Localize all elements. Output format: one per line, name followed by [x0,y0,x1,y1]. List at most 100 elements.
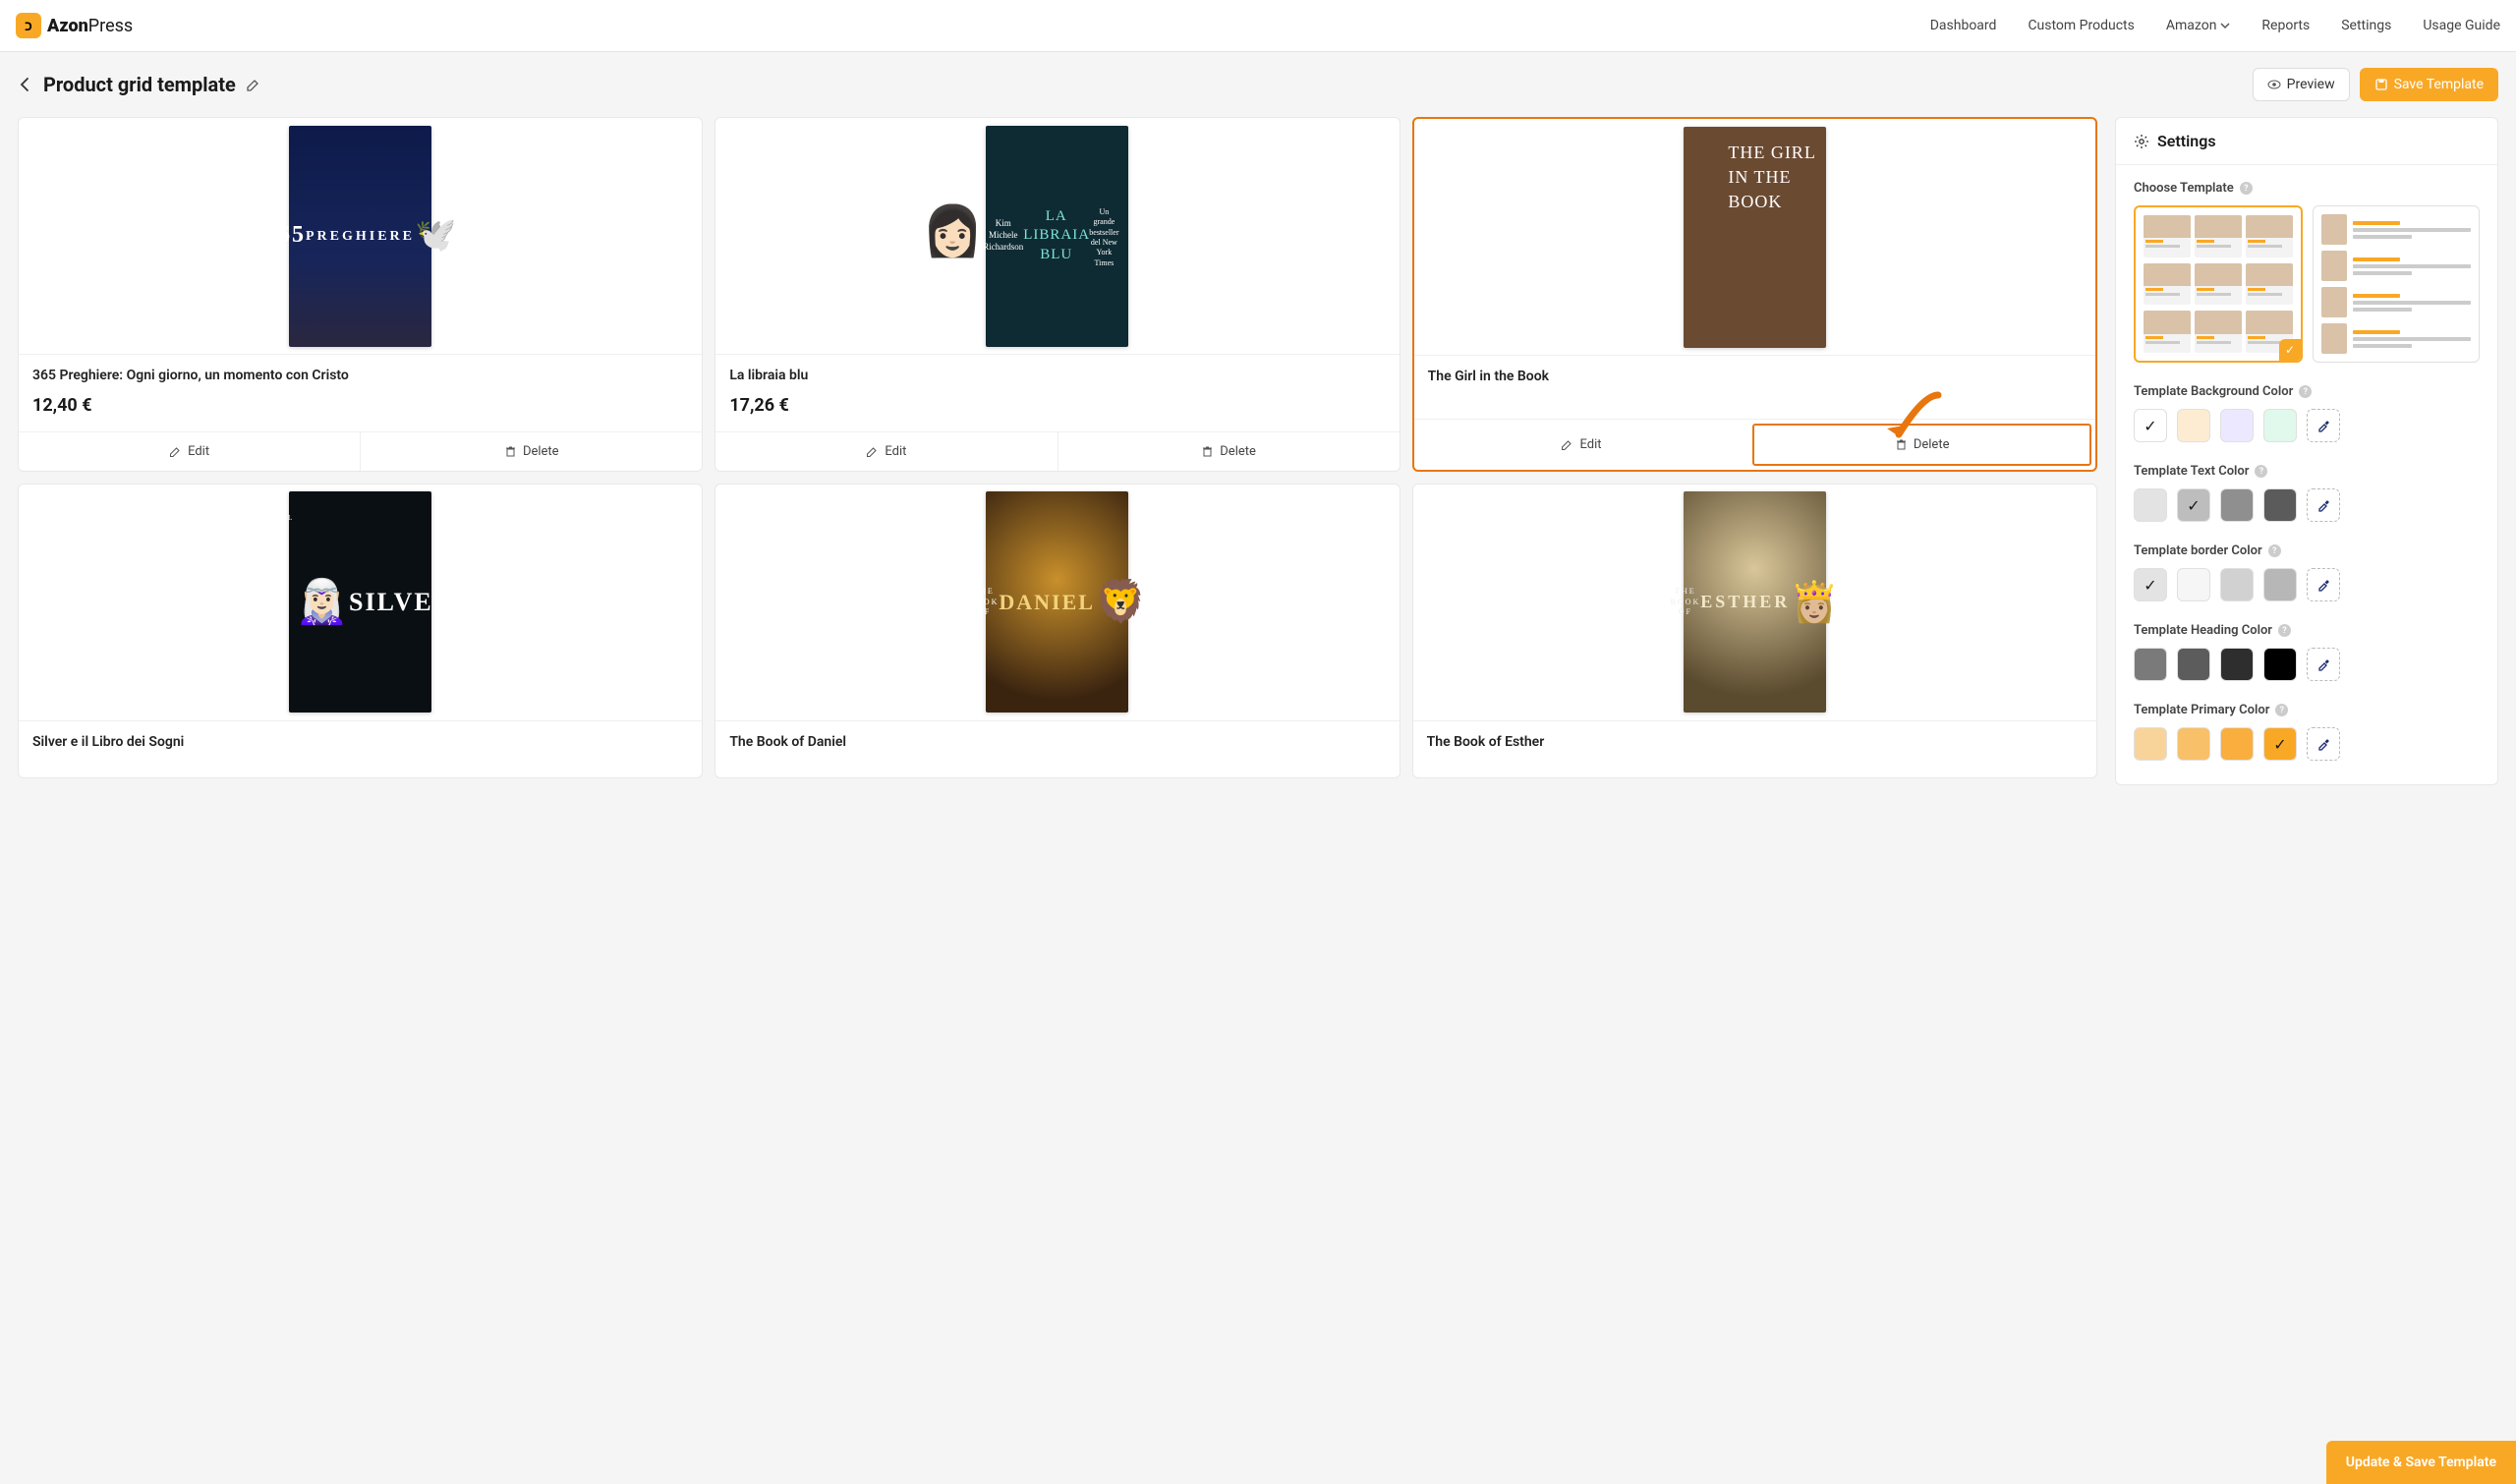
color-swatch[interactable] [2134,727,2167,761]
color-swatch[interactable] [2263,648,2297,681]
product-grid: 365PREGHIERE🕊️ 365 Preghiere: Ogni giorn… [18,117,2097,778]
color-swatch[interactable]: ✓ [2134,568,2167,601]
brand-name-suffix: Press [88,16,133,36]
product-card-selected[interactable]: THE GIRLIN THEBOOK The Girl in the Book … [1412,117,2097,472]
pencil-icon [1561,438,1573,451]
template-option-list[interactable] [2313,205,2480,363]
primary-color-block: Template Primary Color? ✓ [2134,703,2480,761]
heading-color-swatches [2134,648,2480,681]
template-option-grid[interactable] [2134,205,2303,363]
product-title: The Girl in the Book [1428,368,2082,386]
help-icon[interactable]: ? [2255,465,2267,478]
color-swatch[interactable] [2263,568,2297,601]
color-swatch[interactable] [2177,727,2210,761]
nav-custom-products[interactable]: Custom Products [2028,18,2134,33]
color-swatch[interactable] [2177,568,2210,601]
product-thumbnail: THE BOOK OFESTHER👸🏼 [1413,485,2096,720]
product-card[interactable]: 365PREGHIERE🕊️ 365 Preghiere: Ogni giorn… [18,117,703,472]
settings-panel: Settings Choose Template? [2115,117,2498,785]
help-icon[interactable]: ? [2278,624,2291,637]
product-title: Silver e il Libro dei Sogni [32,733,688,752]
preview-button[interactable]: Preview [2253,68,2350,101]
help-icon[interactable]: ? [2299,385,2312,398]
book-cover-icon: 365PREGHIERE🕊️ [289,126,431,347]
color-picker-button[interactable] [2307,409,2340,442]
back-arrow-icon[interactable] [18,77,33,92]
help-icon[interactable]: ? [2240,182,2253,195]
product-title: La libraia blu [729,367,1385,385]
delete-button[interactable]: Delete [1058,432,1400,471]
top-navbar: כ AzonPress Dashboard Custom Products Am… [0,0,2516,52]
product-thumbnail: 👩🏻Kim Michele RichardsonLA LIBRAIA BLUUn… [715,118,1399,354]
nav-usage-guide[interactable]: Usage Guide [2423,18,2500,33]
color-swatch[interactable] [2263,488,2297,522]
edit-button[interactable]: Edit [1414,420,1749,470]
help-icon[interactable]: ? [2268,544,2281,557]
edit-title-icon[interactable] [246,77,261,92]
color-swatch[interactable] [2220,727,2254,761]
color-swatch[interactable] [2220,488,2254,522]
product-thumbnail: THE BOOK OFDANIEL🦁 [715,485,1399,720]
trash-icon [504,445,517,458]
page-header: Product grid template Preview Save Templ… [0,52,2516,117]
main-nav: Dashboard Custom Products Amazon Reports… [1930,18,2500,33]
choose-template-block: Choose Template? [2134,181,2480,363]
border-color-swatches: ✓ [2134,568,2480,601]
color-swatch[interactable] [2220,648,2254,681]
eyedropper-icon [2316,578,2330,592]
color-swatch[interactable]: ✓ [2263,727,2297,761]
help-icon[interactable]: ? [2275,704,2288,716]
product-title: The Book of Daniel [729,733,1385,752]
text-color-block: Template Text Color? ✓ [2134,464,2480,522]
color-picker-button[interactable] [2307,488,2340,522]
text-color-swatches: ✓ [2134,488,2480,522]
color-swatch[interactable]: ✓ [2177,488,2210,522]
color-picker-button[interactable] [2307,727,2340,761]
primary-color-swatches: ✓ [2134,727,2480,761]
eyedropper-icon [2316,498,2330,512]
eyedropper-icon [2316,657,2330,671]
edit-button[interactable]: Edit [19,432,360,471]
nav-dashboard[interactable]: Dashboard [1930,18,1997,33]
delete-button[interactable]: Delete [360,432,702,471]
product-price: 17,26 € [729,395,1385,416]
color-picker-button[interactable] [2307,648,2340,681]
nav-reports[interactable]: Reports [2261,18,2310,33]
bg-color-swatches: ✓ [2134,409,2480,442]
product-title: The Book of Esther [1427,733,2083,752]
trash-icon [1201,445,1214,458]
heading-color-block: Template Heading Color? [2134,623,2480,681]
edit-button[interactable]: Edit [715,432,1057,471]
settings-header: Settings [2116,118,2497,165]
color-swatch[interactable] [2177,409,2210,442]
product-thumbnail: AMAZON ORIGINAL🧝🏻‍♀️SILVERE IL LIBRO DEI… [19,485,702,720]
color-swatch[interactable] [2263,409,2297,442]
color-swatch[interactable] [2177,648,2210,681]
product-title: 365 Preghiere: Ogni giorno, un momento c… [32,367,688,385]
color-picker-button[interactable] [2307,568,2340,601]
chevron-down-icon [2220,21,2230,30]
product-card[interactable]: THE BOOK OFESTHER👸🏼 The Book of Esther [1412,484,2097,778]
eyedropper-icon [2316,419,2330,432]
workspace: 365PREGHIERE🕊️ 365 Preghiere: Ogni giorn… [0,117,2516,825]
save-template-button[interactable]: Save Template [2360,68,2498,101]
color-swatch[interactable] [2220,568,2254,601]
trash-icon [1895,438,1908,451]
product-card[interactable]: 👩🏻Kim Michele RichardsonLA LIBRAIA BLUUn… [715,117,1400,472]
book-cover-icon: AMAZON ORIGINAL🧝🏻‍♀️SILVERE IL LIBRO DEI… [289,491,431,713]
color-swatch[interactable] [2220,409,2254,442]
update-save-button[interactable]: Update & Save Template [2326,1441,2516,1484]
nav-amazon[interactable]: Amazon [2166,18,2231,33]
product-card[interactable]: THE BOOK OFDANIEL🦁 The Book of Daniel [715,484,1400,778]
product-thumbnail: THE GIRLIN THEBOOK [1414,119,2095,355]
color-swatch[interactable]: ✓ [2134,409,2167,442]
nav-settings[interactable]: Settings [2341,18,2391,33]
book-cover-icon: 👩🏻Kim Michele RichardsonLA LIBRAIA BLUUn… [986,126,1128,347]
product-card[interactable]: AMAZON ORIGINAL🧝🏻‍♀️SILVERE IL LIBRO DEI… [18,484,703,778]
delete-button-highlighted[interactable]: Delete [1752,424,2091,466]
color-swatch[interactable] [2134,488,2167,522]
pencil-icon [866,445,879,458]
book-cover-icon: THE BOOK OFESTHER👸🏼 [1684,491,1826,713]
eye-icon [2267,78,2281,91]
color-swatch[interactable] [2134,648,2167,681]
